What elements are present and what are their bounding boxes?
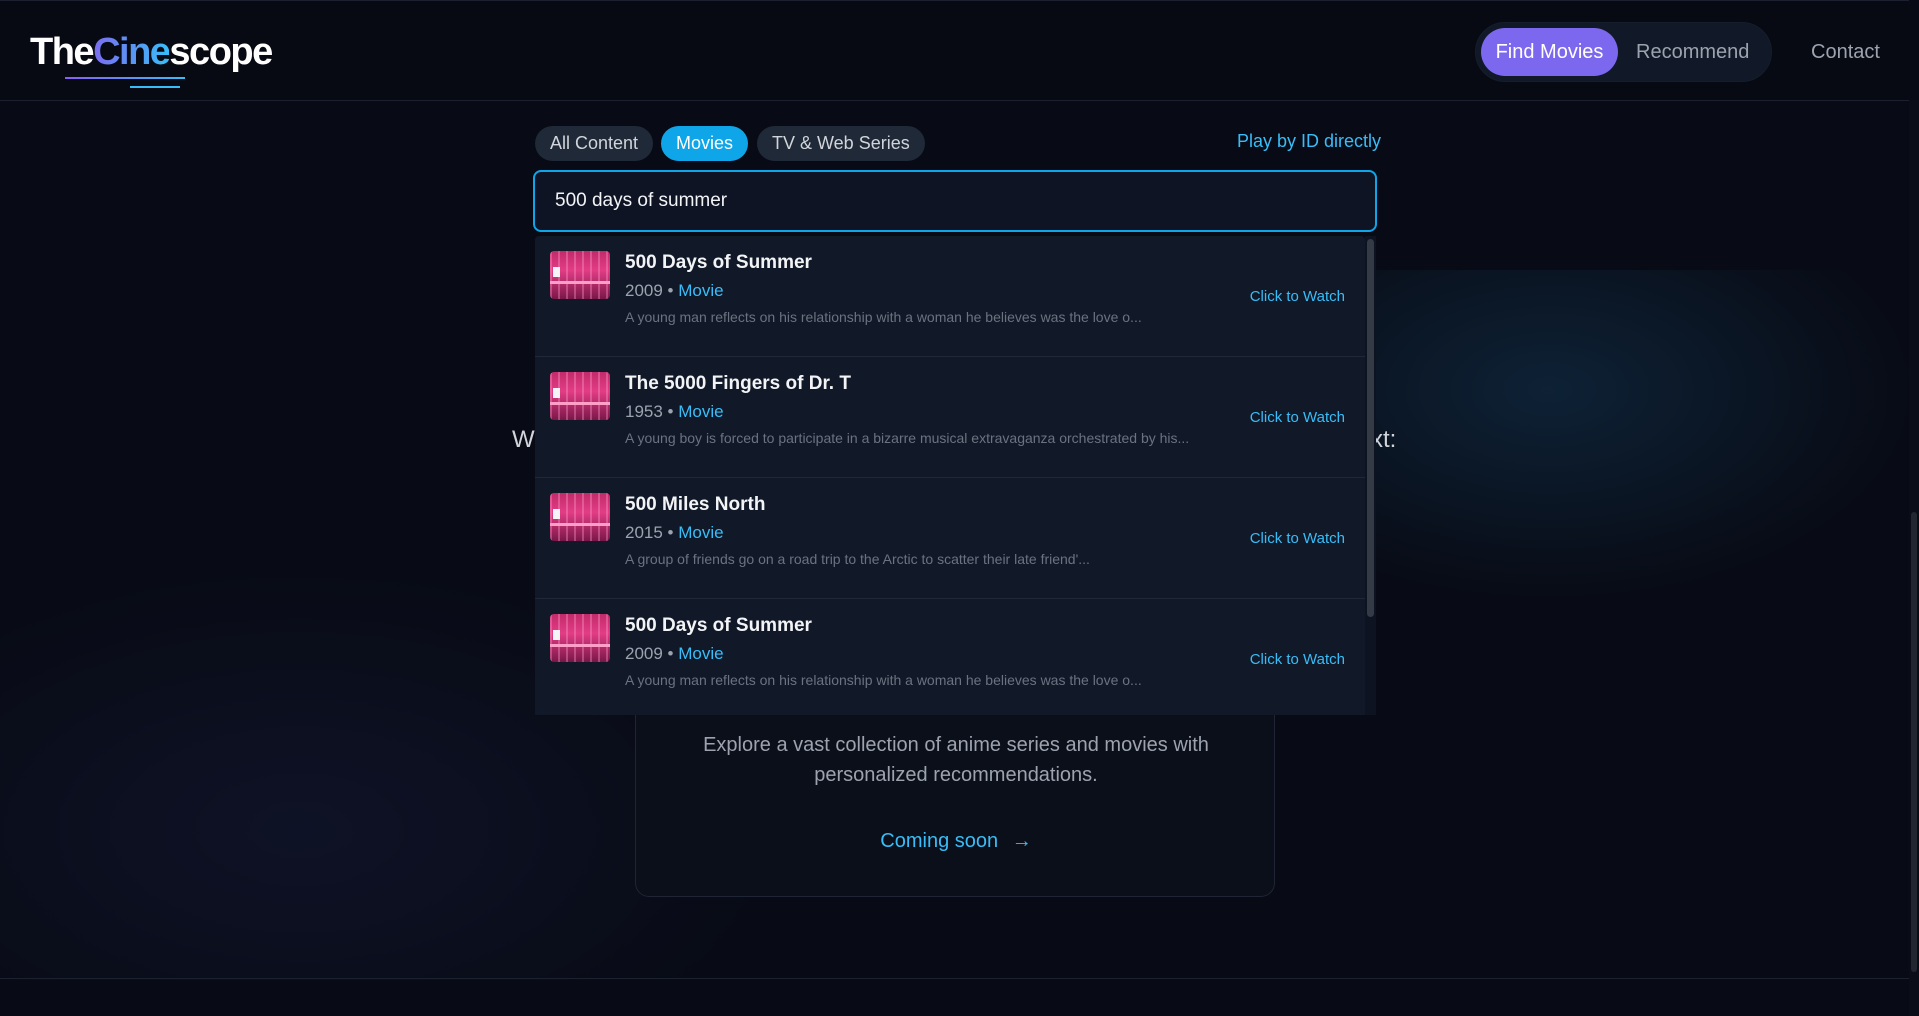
- result-description: A young boy is forced to participate in …: [625, 430, 1190, 446]
- result-description: A young man reflects on his relationship…: [625, 309, 1142, 325]
- movie-poster-thumbnail: [550, 493, 610, 541]
- page-scrollbar-thumb[interactable]: [1911, 512, 1917, 972]
- result-item[interactable]: 500 Days of Summer 2009 • Movie A young …: [535, 599, 1365, 715]
- result-type: Movie: [678, 644, 724, 663]
- result-title: 500 Days of Summer: [625, 252, 812, 273]
- dropdown-scrollbar-thumb[interactable]: [1367, 239, 1374, 617]
- tab-tv-web-series[interactable]: TV & Web Series: [757, 126, 925, 161]
- result-year: 2015: [625, 523, 663, 542]
- nav-recommend[interactable]: Recommend: [1636, 28, 1749, 76]
- logo-underline: [65, 77, 185, 79]
- result-title: 500 Miles North: [625, 494, 766, 515]
- coming-soon-link[interactable]: Coming soon →: [636, 830, 1276, 853]
- hero-heading-partial-left: W: [512, 426, 535, 453]
- search-input[interactable]: [535, 172, 1375, 230]
- result-meta: 1953 • Movie: [625, 402, 724, 421]
- site-header: TheCinescope Find Movies Recommend Conta…: [0, 0, 1909, 101]
- movie-poster-thumbnail: [550, 614, 610, 662]
- result-year: 1953: [625, 402, 663, 421]
- result-year: 2009: [625, 281, 663, 300]
- result-type: Movie: [678, 523, 724, 542]
- result-type: Movie: [678, 281, 724, 300]
- click-to-watch-button[interactable]: Click to Watch: [1250, 530, 1345, 547]
- nav-find-movies[interactable]: Find Movies: [1481, 28, 1618, 76]
- card-description: Explore a vast collection of anime serie…: [703, 734, 1209, 786]
- result-title: The 5000 Fingers of Dr. T: [625, 373, 851, 394]
- arrow-right-icon: →: [1011, 830, 1032, 852]
- search-results-dropdown: 500 Days of Summer 2009 • Movie A young …: [535, 236, 1365, 715]
- logo-text-cine: Cine: [93, 31, 171, 73]
- result-description: A young man reflects on his relationship…: [625, 672, 1142, 688]
- footer-divider: [0, 978, 1909, 979]
- search-box: [533, 170, 1377, 232]
- site-logo[interactable]: TheCinescope: [30, 31, 273, 74]
- result-item[interactable]: 500 Days of Summer 2009 • Movie A young …: [535, 236, 1365, 357]
- main-nav: Find Movies Recommend: [1475, 22, 1772, 82]
- anime-card: Explore a vast collection of anime serie…: [635, 690, 1275, 897]
- logo-text-the: The: [30, 31, 95, 73]
- movie-poster-thumbnail: [550, 251, 610, 299]
- result-title: 500 Days of Summer: [625, 615, 812, 636]
- result-item[interactable]: The 5000 Fingers of Dr. T 1953 • Movie A…: [535, 357, 1365, 478]
- result-meta: 2009 • Movie: [625, 281, 724, 300]
- nav-contact[interactable]: Contact: [1811, 28, 1880, 76]
- click-to-watch-button[interactable]: Click to Watch: [1250, 409, 1345, 426]
- play-by-id-link[interactable]: Play by ID directly: [1237, 131, 1381, 152]
- tab-all-content[interactable]: All Content: [535, 126, 654, 161]
- click-to-watch-button[interactable]: Click to Watch: [1250, 288, 1345, 305]
- result-year: 2009: [625, 644, 663, 663]
- tab-movies[interactable]: Movies: [661, 126, 749, 161]
- logo-underline-accent: [130, 86, 180, 88]
- result-description: A group of friends go on a road trip to …: [625, 551, 1090, 567]
- result-meta: 2015 • Movie: [625, 523, 724, 542]
- result-meta: 2009 • Movie: [625, 644, 724, 663]
- click-to-watch-button[interactable]: Click to Watch: [1250, 651, 1345, 668]
- movie-poster-thumbnail: [550, 372, 610, 420]
- result-type: Movie: [678, 402, 724, 421]
- result-item[interactable]: 500 Miles North 2015 • Movie A group of …: [535, 478, 1365, 599]
- coming-soon-label: Coming soon: [880, 830, 999, 852]
- logo-text-scope: scope: [169, 31, 273, 73]
